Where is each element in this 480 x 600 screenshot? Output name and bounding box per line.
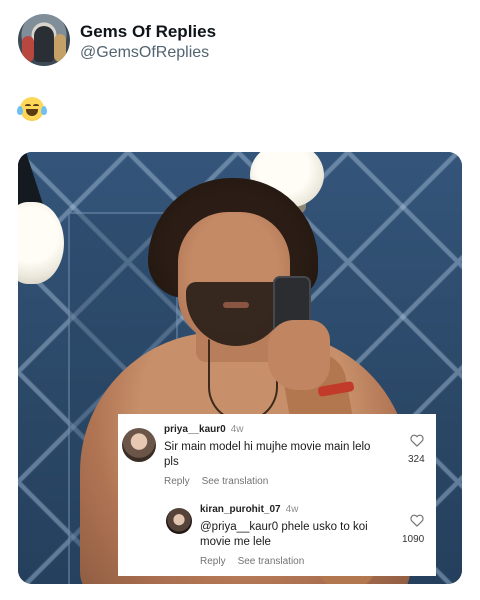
comment-username-row[interactable]: kiran_purohit_07 4w <box>200 504 298 515</box>
laughing-crying-emoji-icon <box>17 97 47 121</box>
heart-icon[interactable] <box>410 514 424 527</box>
reply-button[interactable]: Reply <box>164 476 190 487</box>
tweet-avatar[interactable] <box>18 14 70 66</box>
heart-icon[interactable] <box>410 434 424 447</box>
commenter-avatar[interactable] <box>122 428 156 462</box>
comment-username[interactable]: kiran_purohit_07 <box>200 504 281 515</box>
author-handle[interactable]: @GemsOfReplies <box>80 44 209 62</box>
comment-username-row[interactable]: priya__kaur0 4w <box>164 424 244 435</box>
comment-actions: Reply See translation <box>164 476 280 487</box>
comments-overlay: priya__kaur0 4w Sir main model hi mujhe m… <box>118 414 436 576</box>
see-translation-button[interactable]: See translation <box>202 476 269 487</box>
see-translation-button[interactable]: See translation <box>238 556 305 567</box>
like-count: 1090 <box>402 534 425 545</box>
man-hand <box>268 320 330 390</box>
man-mouth <box>223 302 249 308</box>
comment-time: 4w <box>285 504 299 515</box>
author-name[interactable]: Gems Of Replies <box>80 22 216 42</box>
reply-button[interactable]: Reply <box>200 556 226 567</box>
like-count: 324 <box>408 454 425 465</box>
commenter-avatar[interactable] <box>166 508 192 534</box>
comment-time: 4w <box>230 424 244 435</box>
comment-text: Sir main model hi mujhe movie main lelo … <box>164 441 371 468</box>
comment-text: @priya__kaur0 phele usko to koi movie me… <box>200 521 368 548</box>
comment-actions: Reply See translation <box>200 556 316 567</box>
comment-username[interactable]: priya__kaur0 <box>164 424 226 435</box>
